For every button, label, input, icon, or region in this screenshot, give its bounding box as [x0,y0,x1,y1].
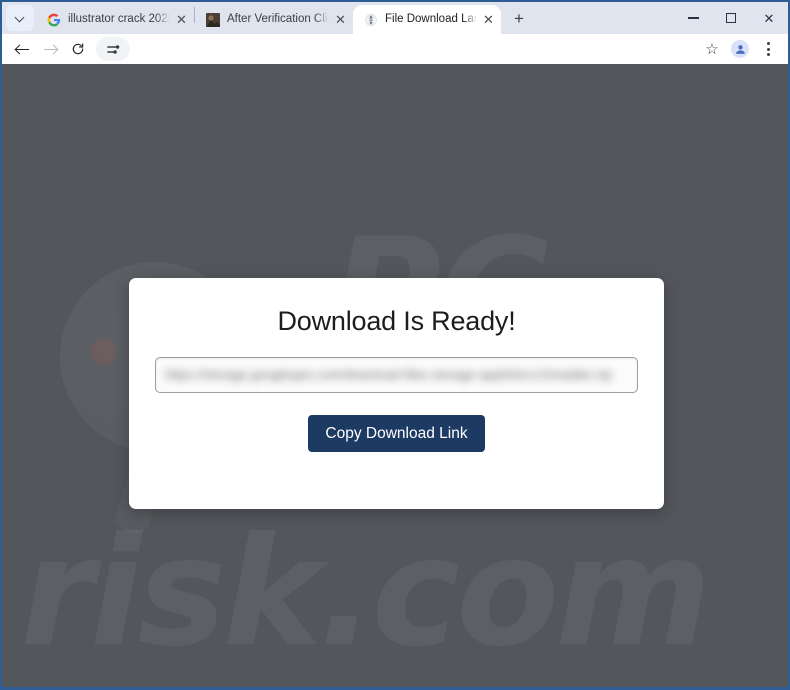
browser-window: illustrator crack 2025 download ✕ After … [0,0,790,690]
tab-title: After Verification Click & Go to [227,13,329,25]
window-controls: ✕ [674,2,788,34]
watermark-dot [90,338,117,365]
globe-icon [363,12,378,27]
maximize-button[interactable] [712,2,750,34]
back-button[interactable] [8,35,36,63]
maximize-icon [726,13,736,23]
tab-close-button[interactable]: ✕ [480,11,497,28]
close-window-button[interactable]: ✕ [750,2,788,34]
tab-search-button[interactable] [6,5,34,31]
kebab-menu-icon [766,42,770,56]
tab-title: File Download Landing Page [385,13,477,25]
close-icon: ✕ [763,10,775,26]
avatar [731,40,749,58]
star-icon: ☆ [705,40,719,58]
sliders-icon [106,44,119,54]
tab-file-download-landing-page[interactable]: File Download Landing Page ✕ [353,5,501,34]
page-viewport: PC risk.com Download Is Ready! https://s… [2,64,788,687]
person-icon [735,44,745,54]
bookmark-button[interactable]: ☆ [698,35,726,63]
image-thumbnail-icon [205,12,220,27]
download-link-value: https://storage.googleapis.com/download-… [165,368,613,382]
copy-download-link-button[interactable]: Copy Download Link [308,415,485,453]
watermark-bottom-text: risk.com [20,506,712,680]
reload-button[interactable] [64,35,92,63]
customize-chrome-button[interactable] [96,37,130,61]
tab-after-verification[interactable]: After Verification Click & Go to ✕ [195,5,353,34]
download-dialog: Download Is Ready! https://storage.googl… [129,278,664,509]
arrow-left-icon [15,43,29,56]
tab-title: illustrator crack 2025 download [68,13,170,25]
page-title: Download Is Ready! [277,306,516,336]
download-link-input[interactable]: https://storage.googleapis.com/download-… [155,357,638,393]
tab-close-button[interactable]: ✕ [332,11,349,28]
reload-icon [72,43,84,55]
browser-toolbar: ☆ [2,34,788,64]
arrow-right-icon [43,43,57,56]
minimize-button[interactable] [674,2,712,34]
chrome-menu-button[interactable] [754,35,782,63]
tab-close-button[interactable]: ✕ [173,11,190,28]
google-icon [46,12,61,27]
new-tab-button[interactable]: + [506,5,532,31]
tab-strip: illustrator crack 2025 download ✕ After … [2,2,788,34]
tab-illustrator-crack[interactable]: illustrator crack 2025 download ✕ [36,5,194,34]
forward-button[interactable] [36,35,64,63]
profile-button[interactable] [726,35,754,63]
minimize-icon [687,17,699,19]
chevron-down-icon [16,14,25,23]
tab-list: illustrator crack 2025 download ✕ After … [36,2,501,34]
